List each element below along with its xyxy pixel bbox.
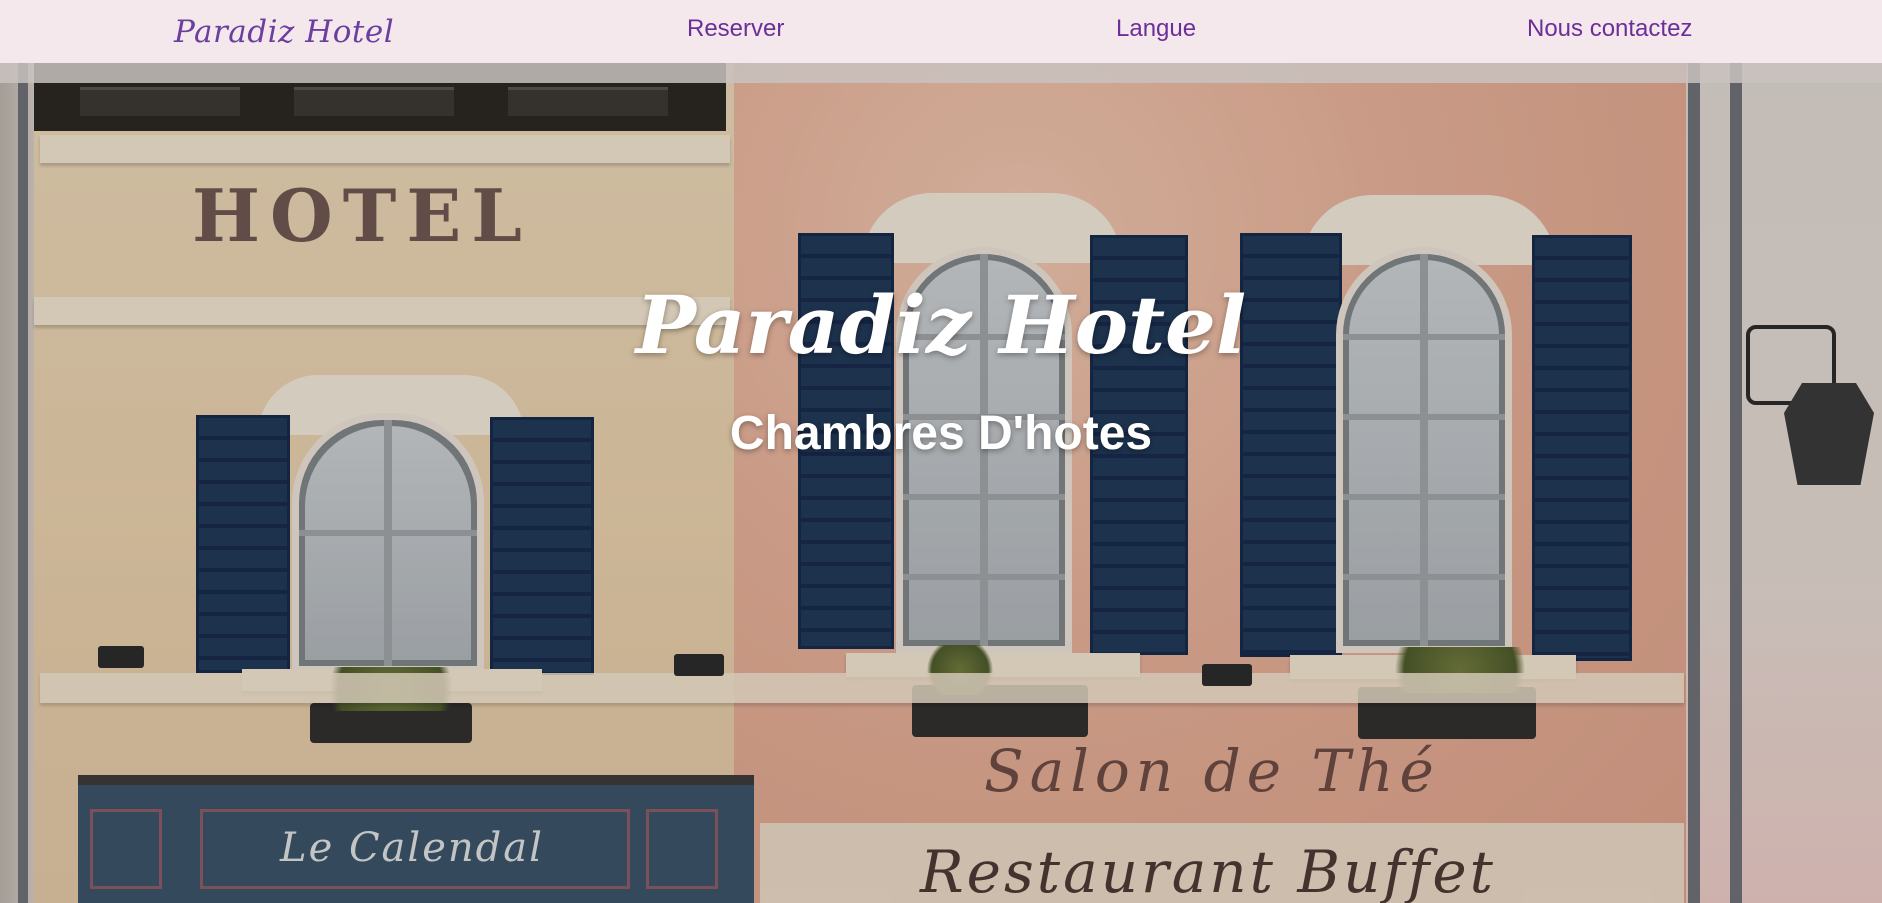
top-navigation: Paradiz Hotel Reserver Langue Nous conta… — [0, 0, 1882, 63]
nav-link-langue[interactable]: Langue — [1116, 12, 1196, 46]
hero-overlay — [0, 63, 1882, 903]
hero-section: HOTEL Le Calendal Salon de Thé Restauran… — [0, 63, 1882, 903]
hero-subtitle: Chambres D'hotes — [729, 407, 1153, 460]
nav-link-reserver[interactable]: Reserver — [687, 12, 784, 46]
hero-top-strip — [0, 63, 1882, 83]
nav-link-contact[interactable]: Nous contactez — [1527, 12, 1692, 46]
hero-title: Paradiz Hotel — [635, 278, 1247, 372]
brand-logo-link[interactable]: Paradiz Hotel — [174, 11, 394, 53]
